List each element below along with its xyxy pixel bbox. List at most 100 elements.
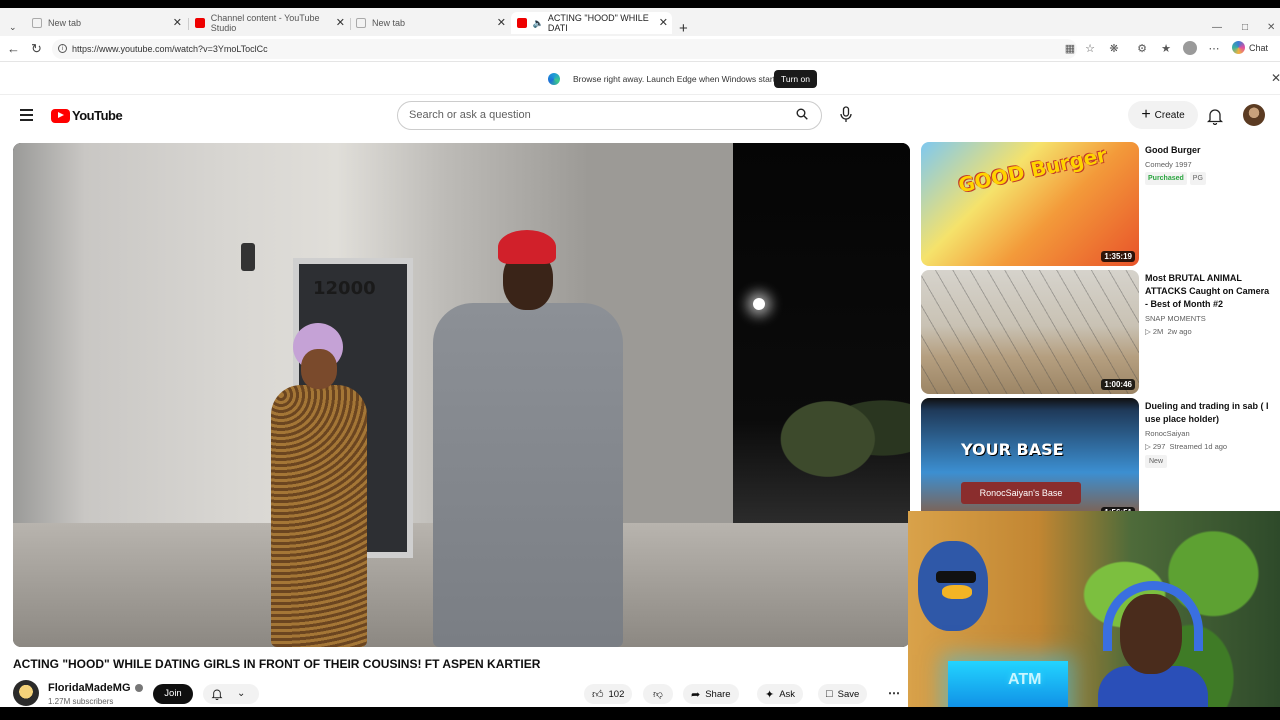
tab-new-1[interactable]: New tab ✕ [26,12,186,34]
favorites-icon[interactable]: ★ [1160,43,1172,55]
profile-avatar[interactable] [1183,41,1197,55]
bell-icon [211,689,223,700]
speaker-icon[interactable]: 🔈 [533,18,544,29]
copilot-chat-button[interactable]: Chat [1232,41,1268,54]
bottom-edge [0,707,1280,720]
notification-message: Browse right away. Launch Edge when Wind… [573,74,782,84]
recommended-title[interactable]: Most BRUTAL ANIMAL ATTACKS Caught on Cam… [1145,272,1270,311]
close-icon[interactable]: ✕ [497,16,506,29]
thumbnail-subtext: RonocSaiyan's Base [961,482,1081,504]
channel-avatar[interactable] [13,680,39,706]
recommended-video[interactable]: YOUR BASE RonocSaiyan's Base 1:56:51 Due… [921,398,1271,522]
upload-age: Streamed 1d ago [1169,442,1228,451]
recommended-video[interactable]: 1:00:46 Most BRUTAL ANIMAL ATTACKS Caugh… [921,270,1271,394]
recommended-title[interactable]: Dueling and trading in sab ( I use place… [1145,400,1270,426]
like-button[interactable]: 👍︎ 102 [584,684,633,704]
new-badge-row: New [1145,455,1168,468]
man-in-red-cap [423,228,633,647]
tab-new-2[interactable]: New tab ✕ [350,12,510,34]
recommended-meta: Comedy 1997 [1145,160,1192,169]
youtube-icon [195,18,205,28]
upload-age: 2w ago [1167,327,1192,336]
webcam-overlay: ATM [908,511,1280,720]
tab-current-video[interactable]: 🔈 ACTING "HOOD" WHILE DATI ✕ [511,12,672,34]
video-thumbnail[interactable]: GOOD Burger 1:35:19 [921,142,1139,266]
share-button[interactable]: ➦ Share [683,684,739,704]
save-label: Save [837,688,860,700]
thumbnail-title-art: GOOD Burger [956,142,1109,198]
verified-icon [134,684,143,693]
microphone-icon[interactable] [838,106,854,124]
back-icon[interactable]: ← [7,41,20,56]
close-icon[interactable]: ✕ [173,16,182,29]
apps-icon[interactable]: ▦ [1064,43,1076,55]
youtube-play-icon [51,108,70,123]
join-button[interactable]: Join [153,684,193,704]
ask-label: Ask [779,688,796,700]
logo-text: YouTube [72,108,123,123]
dislike-button[interactable]: 👎︎ [643,684,673,704]
tab-actions-icon[interactable]: ⌄ [9,22,17,33]
neon-sign: ATM [1008,671,1042,688]
page-icon [32,18,42,28]
video-player[interactable]: 12000 [13,143,910,647]
site-info-icon[interactable]: i [58,44,67,53]
woman-in-bonnet [263,313,373,647]
subscribed-notifications-button[interactable]: ⌄ [203,684,259,704]
subscriber-count: 1.27M subscribers [48,697,114,706]
recommended-channel[interactable]: SNAP MOMENTS [1145,313,1206,324]
extensions-icon[interactable]: ❋ [1108,43,1120,55]
menu-icon[interactable] [20,109,33,124]
duration-badge: 1:00:46 [1101,379,1135,390]
tab-youtube-studio[interactable]: Channel content - YouTube Studio ✕ [189,12,349,34]
view-count: 297 [1152,442,1166,451]
settings-more-icon[interactable]: ⋯ [1208,43,1220,55]
window-close-icon[interactable]: ✕ [1267,22,1275,33]
close-icon[interactable]: ✕ [659,16,668,29]
maximize-icon[interactable]: □ [1242,22,1248,33]
search-icon[interactable] [796,108,808,120]
channel-name[interactable]: FloridaMadeMG [48,682,143,694]
purchased-badge: Purchased [1145,172,1187,185]
recommended-stats: ▷ 2M 2w ago [1145,327,1192,336]
tab-label: New tab [48,18,82,28]
recommended-stats: ▷ 297 Streamed 1d ago [1145,442,1228,451]
share-label: Share [705,688,731,700]
youtube-logo[interactable]: YouTube [51,108,123,123]
recommended-video[interactable]: GOOD Burger 1:35:19 Good Burger Comedy 1… [921,142,1271,266]
bookmark-icon: □ [826,688,833,700]
duration-badge: 1:35:19 [1101,251,1135,262]
recommended-badges: Purchased PG [1145,172,1209,185]
tab-label: New tab [372,18,406,28]
browser-essentials-icon[interactable]: ⚙ [1136,43,1148,55]
youtube-header: YouTube Search or ask a question + Creat… [0,96,1280,136]
video-thumbnail[interactable]: 1:00:46 [921,270,1139,394]
create-button[interactable]: + Create [1128,101,1198,129]
save-button[interactable]: □ Save [818,684,868,704]
minimize-icon[interactable]: — [1212,22,1222,33]
new-tab-icon[interactable]: + [679,20,688,37]
recommended-channel[interactable]: RonocSaiyan [1145,428,1190,439]
notifications-bell-icon[interactable] [1207,107,1223,125]
more-actions-icon[interactable]: ⋯ [888,686,900,700]
refresh-icon[interactable]: ↻ [31,41,42,57]
recommended-title[interactable]: Good Burger [1145,144,1270,157]
search-input[interactable]: Search or ask a question [397,101,822,130]
page-icon [356,18,366,28]
ask-button[interactable]: ✦ Ask [757,684,804,704]
copilot-icon [1232,41,1245,54]
turn-on-button[interactable]: Turn on [774,70,817,88]
create-label: Create [1154,109,1185,121]
close-icon[interactable]: ✕ [336,16,345,29]
url-field[interactable]: i https://www.youtube.com/watch?v=3YmoLT… [52,39,1077,59]
favorite-star-icon[interactable]: ☆ [1084,43,1096,55]
tab-label: Channel content - YouTube Studio [210,13,320,33]
tab-label: ACTING "HOOD" WHILE DATI [547,13,649,33]
close-icon[interactable]: ✕ [1271,71,1280,85]
trees [773,373,910,483]
video-thumbnail[interactable]: YOUR BASE RonocSaiyan's Base 1:56:51 [921,398,1139,522]
account-avatar[interactable] [1243,104,1265,126]
like-count: 102 [608,688,625,700]
thumbs-down-icon: 👎︎ [653,689,663,700]
startup-notification-bar: Browse right away. Launch Edge when Wind… [0,63,1280,95]
